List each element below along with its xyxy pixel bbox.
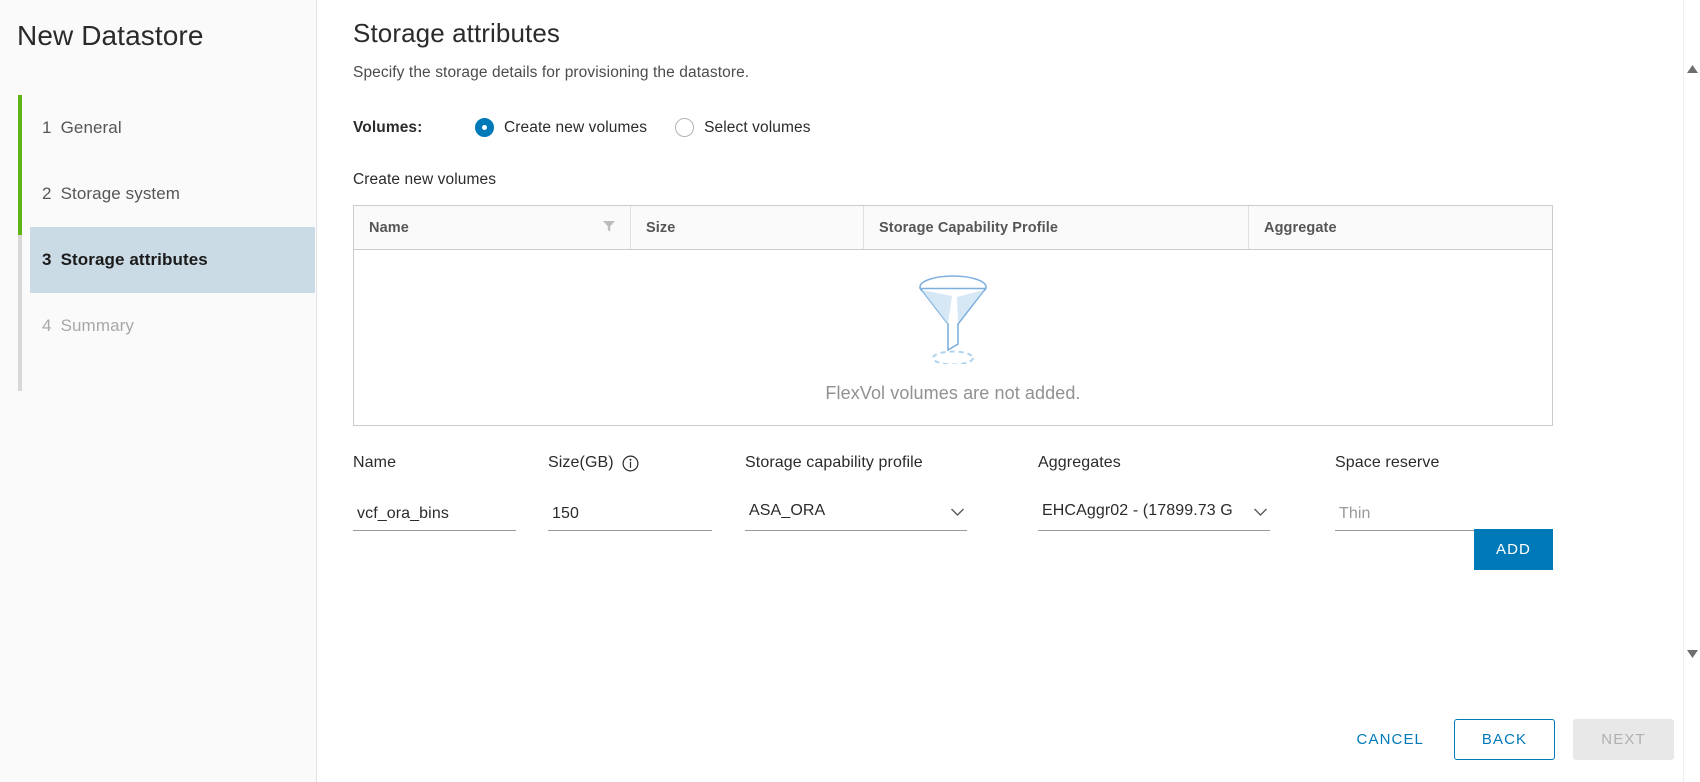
step-label: Storage attributes: [61, 250, 208, 270]
scrollbar-track[interactable]: [1684, 77, 1700, 645]
chevron-down-icon: [950, 504, 965, 522]
label-name: Name: [353, 454, 548, 472]
step-label: Storage system: [61, 184, 181, 204]
radio-dot-icon: [675, 118, 694, 137]
back-button[interactable]: BACK: [1454, 719, 1555, 760]
next-button: NEXT: [1573, 719, 1674, 760]
vertical-scrollbar[interactable]: [1683, 0, 1700, 782]
column-header-name[interactable]: Name: [354, 206, 631, 249]
select-value: EHCAggr02 - (17899.73 G: [1038, 502, 1270, 520]
sidebar-step-general[interactable]: 1 General: [18, 95, 316, 161]
step-number: 3: [42, 250, 52, 270]
page-title: Storage attributes: [353, 14, 1674, 52]
step-label: Summary: [61, 316, 134, 336]
label-size: Size(GB): [548, 454, 614, 472]
field-cell-aggregates: EHCAggr02 - (17899.73 G: [1038, 502, 1335, 531]
create-new-volumes-caption: Create new volumes: [353, 171, 1674, 189]
column-header-size[interactable]: Size: [631, 206, 864, 249]
label-size-wrapper: Size(GB): [548, 454, 745, 472]
volume-name-input[interactable]: [353, 504, 516, 531]
column-header-aggregate[interactable]: Aggregate: [1249, 206, 1552, 249]
field-cell-space-reserve: [1335, 504, 1525, 531]
filter-icon[interactable]: [602, 219, 616, 237]
field-cell-storage-capability-profile: ASA_ORA: [745, 502, 1038, 531]
column-header-label: Size: [646, 220, 675, 236]
space-reserve-input[interactable]: [1335, 504, 1495, 531]
wizard-steps: 1 General 2 Storage system 3 Storage att…: [0, 95, 316, 359]
scroll-down-caret-icon[interactable]: [1684, 645, 1700, 662]
label-aggregates: Aggregates: [1038, 454, 1335, 472]
label-storage-capability-profile: Storage capability profile: [745, 454, 1038, 472]
wizard-title: New Datastore: [0, 0, 316, 53]
label-space-reserve: Space reserve: [1335, 454, 1525, 472]
step-label: General: [61, 118, 122, 138]
step-number: 1: [42, 118, 52, 138]
sidebar-step-storage-attributes[interactable]: 3 Storage attributes: [30, 227, 315, 293]
volumes-table: Name Size Storage Capability Profile Agg…: [353, 205, 1553, 426]
funnel-icon: [914, 272, 992, 369]
radio-label: Create new volumes: [504, 119, 647, 137]
add-volume-button[interactable]: ADD: [1474, 529, 1553, 570]
page-subtitle: Specify the storage details for provisio…: [353, 64, 1674, 82]
info-circle-icon[interactable]: [622, 455, 639, 472]
step-number: 4: [42, 316, 52, 336]
radio-dot-icon: [475, 118, 494, 137]
wizard-sidebar: New Datastore 1 General 2 Storage system…: [0, 0, 317, 782]
field-cell-name: [353, 504, 548, 531]
volumes-mode-label: Volumes:: [353, 119, 475, 137]
column-header-storage-capability-profile[interactable]: Storage Capability Profile: [864, 206, 1249, 249]
column-header-label: Aggregate: [1264, 220, 1337, 236]
wizard-main-panel: Storage attributes Specify the storage d…: [317, 0, 1700, 782]
cancel-button[interactable]: CANCEL: [1335, 719, 1446, 760]
radio-label: Select volumes: [704, 119, 811, 137]
step-number: 2: [42, 184, 52, 204]
field-cell-size: [548, 504, 745, 531]
add-volume-form: Name Size(GB) Storage capability profile: [353, 454, 1553, 531]
wizard-footer: CANCEL BACK NEXT: [1335, 719, 1674, 760]
volume-size-input[interactable]: [548, 504, 712, 531]
select-value: ASA_ORA: [745, 502, 967, 520]
column-header-label: Storage Capability Profile: [879, 220, 1058, 236]
empty-state-text: FlexVol volumes are not added.: [825, 383, 1080, 404]
aggregates-select[interactable]: EHCAggr02 - (17899.73 G: [1038, 502, 1270, 531]
storage-capability-profile-select[interactable]: ASA_ORA: [745, 502, 967, 531]
volumes-mode-row: Volumes: Create new volumes Select volum…: [353, 118, 1674, 137]
radio-create-new-volumes[interactable]: Create new volumes: [475, 118, 647, 137]
add-volume-form-labels: Name Size(GB) Storage capability profile: [353, 454, 1553, 472]
radio-select-volumes[interactable]: Select volumes: [675, 118, 811, 137]
sidebar-step-storage-system[interactable]: 2 Storage system: [18, 161, 316, 227]
column-header-label: Name: [369, 220, 409, 236]
add-volume-form-fields: ASA_ORA EHCAggr02 - (17899.73 G: [353, 502, 1553, 531]
new-datastore-wizard: New Datastore 1 General 2 Storage system…: [0, 0, 1700, 782]
volumes-table-header: Name Size Storage Capability Profile Agg…: [354, 206, 1552, 250]
chevron-down-icon: [1253, 504, 1268, 522]
volumes-table-empty-state: FlexVol volumes are not added.: [354, 250, 1552, 425]
sidebar-step-summary[interactable]: 4 Summary: [18, 293, 316, 359]
scroll-up-caret-icon[interactable]: [1684, 60, 1700, 77]
